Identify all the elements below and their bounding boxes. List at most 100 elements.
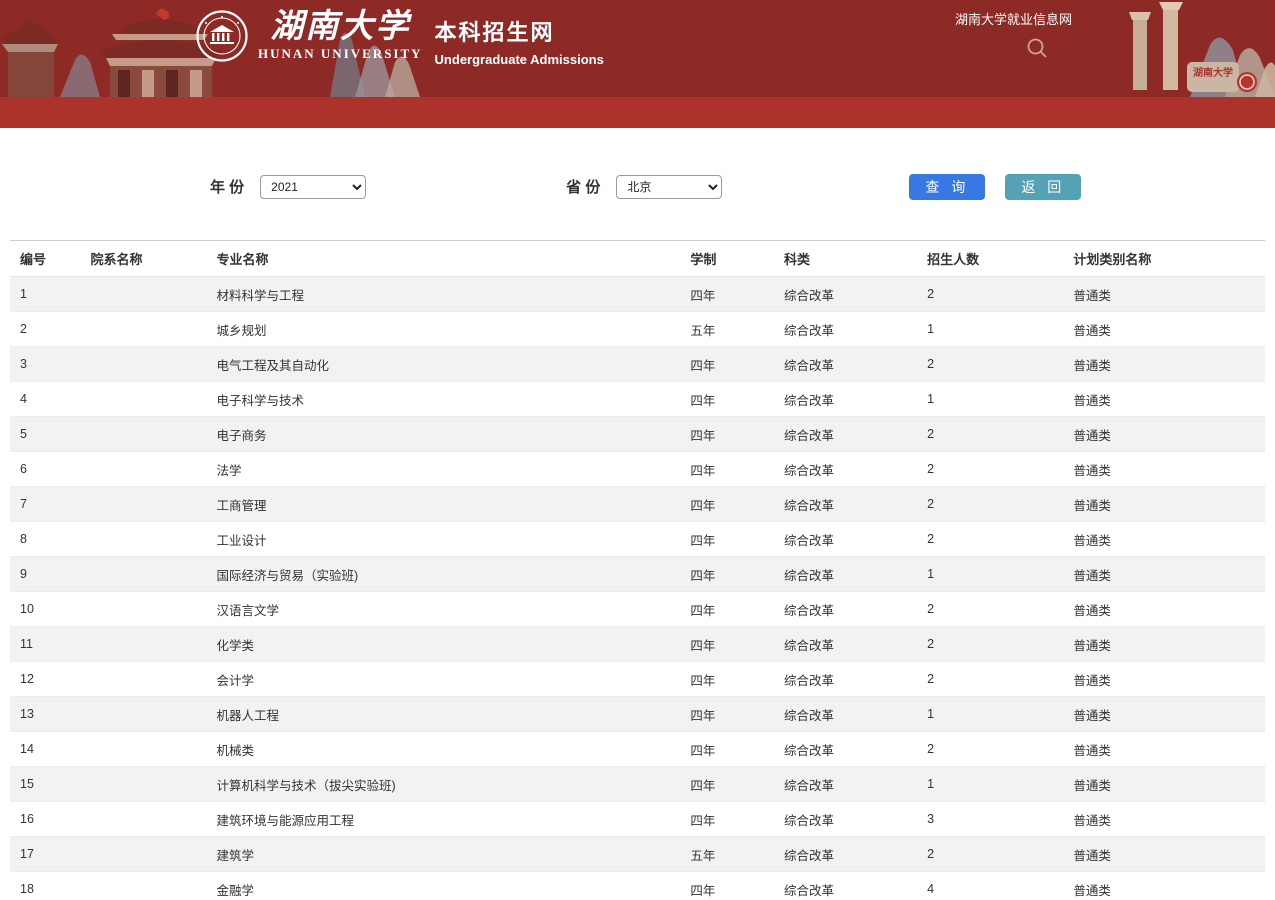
table-cell: 14	[10, 732, 81, 767]
table-cell: 5	[10, 417, 81, 452]
table-cell: 综合改革	[774, 767, 917, 802]
table-cell: 计算机科学与技术（拔尖实验班)	[207, 767, 681, 802]
university-name-en: HUNAN UNIVERSITY	[258, 46, 423, 62]
site-title-cn: 本科招生网	[435, 20, 604, 46]
table-cell	[81, 592, 207, 627]
table-row: 13机器人工程四年综合改革1普通类	[10, 697, 1265, 732]
table-cell: 综合改革	[774, 872, 917, 900]
table-cell: 普通类	[1063, 662, 1265, 697]
table-cell: 综合改革	[774, 662, 917, 697]
table-cell: 电子科学与技术	[207, 382, 681, 417]
table-cell: 2	[917, 417, 1063, 452]
university-name-cn: 湖南大学	[270, 8, 410, 44]
table-row: 3电气工程及其自动化四年综合改革2普通类	[10, 347, 1265, 382]
table-cell: 10	[10, 592, 81, 627]
table-cell: 四年	[680, 592, 774, 627]
table-cell: 综合改革	[774, 627, 917, 662]
table-cell: 4	[917, 872, 1063, 900]
table-cell: 9	[10, 557, 81, 592]
table-cell: 五年	[680, 837, 774, 872]
column-header: 编号	[10, 241, 81, 277]
table-cell: 3	[917, 802, 1063, 837]
university-seal-icon	[196, 10, 248, 62]
table-row: 17建筑学五年综合改革2普通类	[10, 837, 1265, 872]
table-cell: 8	[10, 522, 81, 557]
table-cell: 普通类	[1063, 522, 1265, 557]
table-cell: 化学类	[207, 627, 681, 662]
table-cell: 普通类	[1063, 592, 1265, 627]
query-button[interactable]: 查 询	[909, 174, 985, 200]
table-cell: 2	[917, 732, 1063, 767]
table-cell: 12	[10, 662, 81, 697]
table-cell	[81, 767, 207, 802]
table-cell: 材料科学与工程	[207, 277, 681, 312]
table-cell: 3	[10, 347, 81, 382]
column-header: 院系名称	[81, 241, 207, 277]
table-cell: 四年	[680, 767, 774, 802]
table-cell	[81, 312, 207, 347]
table-cell: 1	[917, 557, 1063, 592]
table-cell: 17	[10, 837, 81, 872]
table-cell: 综合改革	[774, 382, 917, 417]
column-header: 专业名称	[207, 241, 681, 277]
province-select[interactable]: 北京	[616, 175, 722, 199]
table-cell: 综合改革	[774, 452, 917, 487]
table-cell: 1	[917, 312, 1063, 347]
query-form: 年 份 2021 省 份 北京 查 询 返 回	[0, 173, 1275, 200]
table-cell: 2	[917, 662, 1063, 697]
site-title-en: Undergraduate Admissions	[435, 52, 604, 67]
table-row: 7工商管理四年综合改革2普通类	[10, 487, 1265, 522]
table-cell: 普通类	[1063, 347, 1265, 382]
table-cell: 综合改革	[774, 312, 917, 347]
table-cell: 1	[10, 277, 81, 312]
table-cell: 综合改革	[774, 522, 917, 557]
table-cell: 会计学	[207, 662, 681, 697]
table-cell: 综合改革	[774, 347, 917, 382]
university-logo: 湖南大学 HUNAN UNIVERSITY 本科招生网 Undergraduat…	[196, 8, 604, 67]
table-cell: 四年	[680, 627, 774, 662]
main-nav-bar	[0, 97, 1275, 128]
table-cell: 四年	[680, 557, 774, 592]
table-cell: 综合改革	[774, 277, 917, 312]
table-cell: 建筑环境与能源应用工程	[207, 802, 681, 837]
table-cell: 四年	[680, 487, 774, 522]
table-cell: 2	[917, 837, 1063, 872]
table-cell: 四年	[680, 662, 774, 697]
table-cell: 普通类	[1063, 452, 1265, 487]
pillars-mountain-illustration-icon: 湖南大学	[1095, 0, 1275, 97]
table-cell	[81, 452, 207, 487]
table-cell: 法学	[207, 452, 681, 487]
table-row: 5电子商务四年综合改革2普通类	[10, 417, 1265, 452]
table-cell: 工商管理	[207, 487, 681, 522]
table-cell: 综合改革	[774, 487, 917, 522]
table-cell: 普通类	[1063, 382, 1265, 417]
back-button[interactable]: 返 回	[1005, 174, 1081, 200]
table-row: 18金融学四年综合改革4普通类	[10, 872, 1265, 900]
table-cell: 综合改革	[774, 802, 917, 837]
table-row: 8工业设计四年综合改革2普通类	[10, 522, 1265, 557]
table-cell: 2	[917, 277, 1063, 312]
table-cell: 四年	[680, 732, 774, 767]
table-cell: 机械类	[207, 732, 681, 767]
table-cell: 普通类	[1063, 732, 1265, 767]
table-cell: 城乡规划	[207, 312, 681, 347]
table-cell: 6	[10, 452, 81, 487]
table-row: 6 法学四年综合改革2普通类	[10, 452, 1265, 487]
jobs-info-link[interactable]: 湖南大学就业信息网	[955, 9, 1072, 28]
table-cell: 四年	[680, 872, 774, 900]
table-cell: 普通类	[1063, 697, 1265, 732]
table-cell	[81, 487, 207, 522]
table-cell	[81, 662, 207, 697]
table-cell: 2	[917, 452, 1063, 487]
table-cell: 四年	[680, 382, 774, 417]
table-cell: 建筑学	[207, 837, 681, 872]
year-select[interactable]: 2021	[260, 175, 366, 199]
table-cell: 2	[917, 592, 1063, 627]
table-row: 4电子科学与技术四年综合改革1普通类	[10, 382, 1265, 417]
column-header: 科类	[774, 241, 917, 277]
table-cell: 普通类	[1063, 557, 1265, 592]
results-table-container: 编号院系名称专业名称学制科类招生人数计划类别名称 1材料科学与工程四年综合改革2…	[10, 240, 1265, 900]
search-icon[interactable]	[1026, 37, 1048, 59]
table-cell	[81, 417, 207, 452]
table-cell: 四年	[680, 452, 774, 487]
